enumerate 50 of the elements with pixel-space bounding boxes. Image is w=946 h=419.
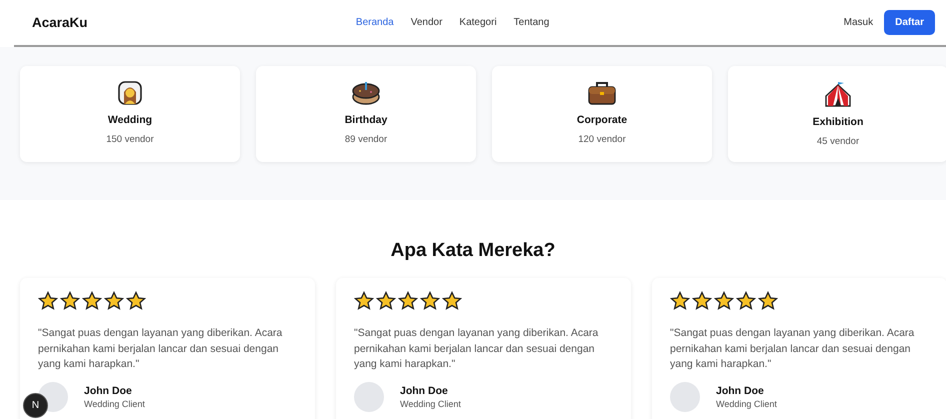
nav-link[interactable]: Tentang (514, 17, 550, 28)
star-icon (126, 291, 146, 311)
login-link[interactable]: Masuk (844, 17, 874, 28)
signup-button[interactable]: Daftar (884, 10, 935, 35)
category-card[interactable]: Birthday 89 vendor (256, 66, 476, 162)
briefcase-icon (587, 80, 617, 106)
client-role: Wedding Client (84, 398, 145, 408)
star-icon (82, 291, 102, 311)
nav-link[interactable]: Vendor (410, 17, 442, 28)
star-icon (670, 291, 690, 311)
category-card[interactable]: Wedding 150 vendor (20, 66, 240, 162)
avatar (670, 382, 700, 412)
cake-icon (351, 80, 381, 106)
vendor-count: 45 vendor (816, 136, 860, 147)
category-name: Corporate (576, 114, 628, 126)
testimonial-quote: "Sangat puas dengan layanan yang diberikan. Acara pernikahan kami berjalan lancar dan sesuai dengan yang kami harapkan." (670, 326, 916, 372)
star-icon (736, 291, 756, 311)
star-icon (758, 291, 778, 311)
star-icon (60, 291, 80, 311)
star-icon (442, 291, 462, 311)
vendor-count: 89 vendor (344, 134, 388, 145)
category-name: Wedding (108, 114, 152, 126)
star-icon (376, 291, 396, 311)
nav-link[interactable]: Beranda (356, 17, 394, 28)
client-name: John Doe (84, 384, 133, 396)
category-card[interactable]: Corporate 120 vendor (492, 66, 712, 162)
bride-icon (117, 80, 143, 106)
category-name: Exhibition (812, 116, 864, 128)
nav-link[interactable]: Kategori (459, 17, 497, 28)
client-role: Wedding Client (716, 398, 777, 408)
logo[interactable]: AcaraKu (32, 15, 88, 30)
star-icon (354, 291, 374, 311)
section-title: Apa Kata Mereka? (390, 240, 556, 262)
client-name: John Doe (400, 384, 449, 396)
circus-tent-icon (824, 80, 852, 108)
category-name: Birthday (344, 114, 388, 126)
star-icon (104, 291, 124, 311)
client-name: John Doe (716, 384, 765, 396)
star-icon (714, 291, 734, 311)
vendor-count: 150 vendor (106, 134, 154, 145)
testimonial-quote: "Sangat puas dengan layanan yang diberikan. Acara pernikahan kami berjalan lancar dan sesuai dengan yang kami harapkan." (38, 326, 284, 372)
avatar (354, 382, 384, 412)
client-role: Wedding Client (400, 398, 461, 408)
star-icon (398, 291, 418, 311)
star-icon (420, 291, 440, 311)
testimonial-quote: "Sangat puas dengan layanan yang diberikan. Acara pernikahan kami berjalan lancar dan sesuai dengan yang kami harapkan." (354, 326, 600, 372)
vendor-count: 120 vendor (578, 134, 626, 145)
star-icon (38, 291, 58, 311)
star-icon (692, 291, 712, 311)
category-card[interactable]: Exhibition 45 vendor (728, 66, 946, 162)
